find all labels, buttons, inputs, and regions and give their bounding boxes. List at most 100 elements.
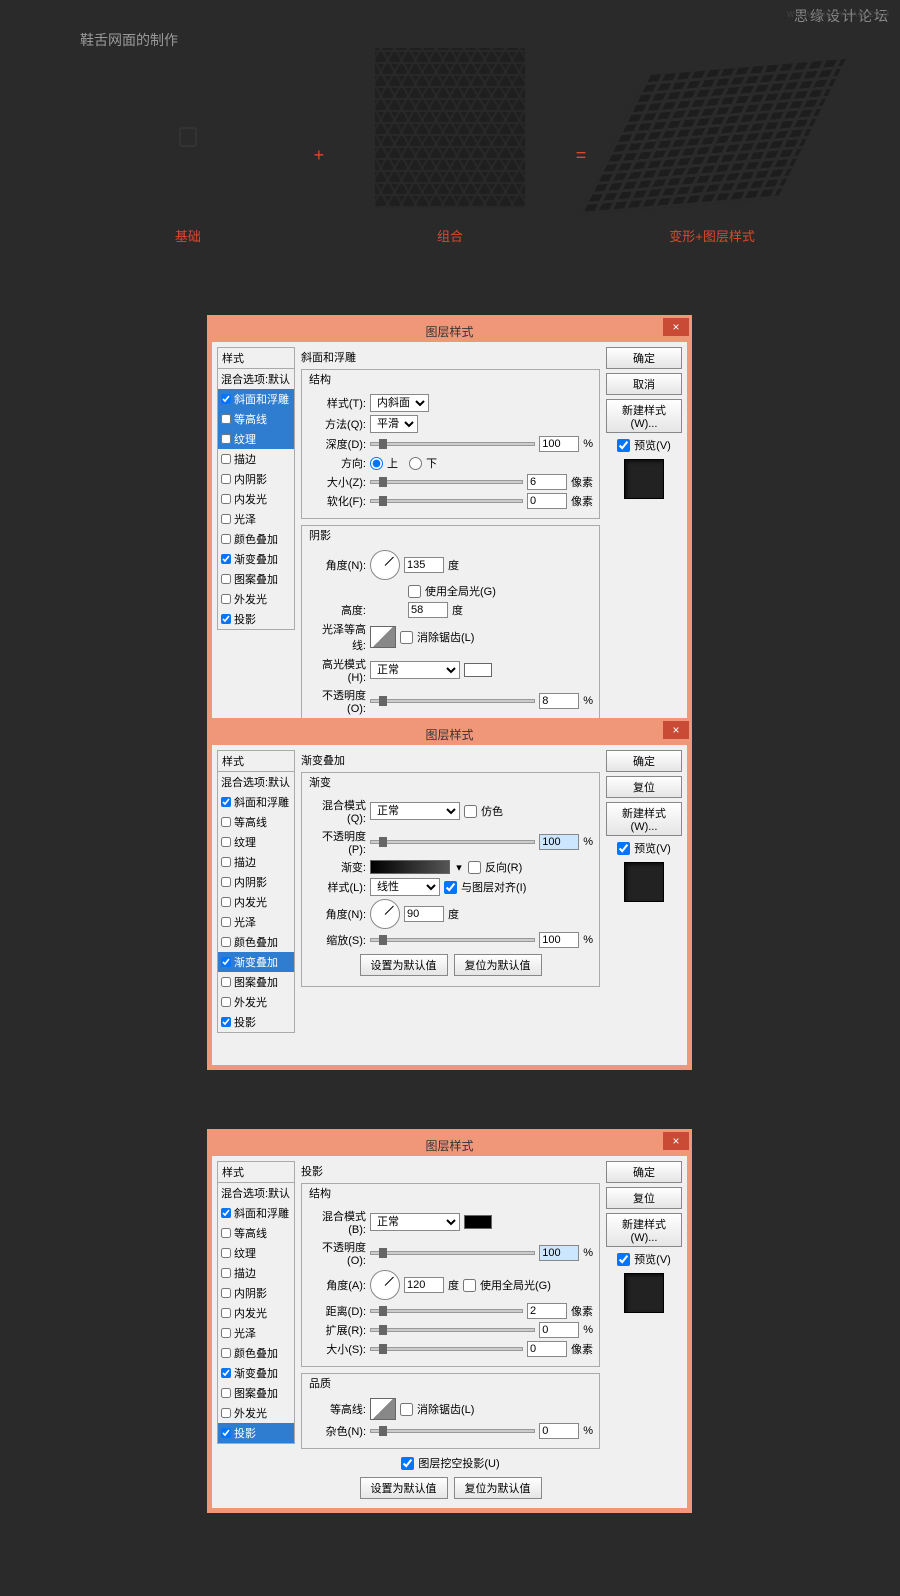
styles-header[interactable]: 样式	[217, 347, 295, 369]
style-satin[interactable]: 光泽	[218, 509, 294, 529]
technique-select[interactable]: 平滑	[370, 415, 418, 433]
close-button[interactable]: ×	[663, 318, 689, 336]
soften-slider[interactable]	[370, 499, 523, 503]
reverse-check[interactable]	[468, 861, 481, 874]
blend-mode-select[interactable]: 正常	[370, 802, 460, 820]
style-drop-shadow[interactable]: 投影	[218, 609, 294, 629]
contour-swatch[interactable]	[370, 1398, 396, 1420]
new-style-button[interactable]: 新建样式(W)...	[606, 1213, 682, 1247]
opacity-slider[interactable]	[370, 840, 535, 844]
style-satin[interactable]: 光泽	[218, 1323, 294, 1343]
preview-check[interactable]	[617, 439, 630, 452]
style-color-overlay[interactable]: 颜色叠加	[218, 1343, 294, 1363]
cancel-button[interactable]: 取消	[606, 373, 682, 395]
make-default-button[interactable]: 设置为默认值	[360, 954, 448, 976]
opacity-slider[interactable]	[370, 1251, 535, 1255]
dir-up-radio[interactable]	[370, 457, 383, 470]
blend-options[interactable]: 混合选项:默认	[218, 1183, 294, 1203]
styles-header[interactable]: 样式	[217, 750, 295, 772]
angle-dial[interactable]	[370, 899, 400, 929]
bevel-style-select[interactable]: 内斜面	[370, 394, 429, 412]
highlight-opacity-input[interactable]	[539, 693, 579, 709]
distance-slider[interactable]	[370, 1309, 523, 1313]
style-contour[interactable]: 等高线	[218, 812, 294, 832]
dir-down-radio[interactable]	[409, 457, 422, 470]
opacity-input[interactable]	[539, 834, 579, 850]
knockout-check[interactable]	[401, 1457, 414, 1470]
shadow-color-swatch[interactable]	[464, 1215, 492, 1229]
size-slider[interactable]	[370, 480, 523, 484]
close-button[interactable]: ×	[663, 1132, 689, 1150]
gradient-picker[interactable]	[370, 860, 450, 874]
style-color-overlay[interactable]: 颜色叠加	[218, 529, 294, 549]
size-input[interactable]	[527, 474, 567, 490]
style-contour[interactable]: 等高线	[218, 1223, 294, 1243]
angle-dial[interactable]	[370, 1270, 400, 1300]
style-outer-glow[interactable]: 外发光	[218, 1403, 294, 1423]
angle-input[interactable]	[404, 1277, 444, 1293]
scale-input[interactable]	[539, 932, 579, 948]
scale-slider[interactable]	[370, 938, 535, 942]
ok-button[interactable]: 确定	[606, 750, 682, 772]
noise-slider[interactable]	[370, 1429, 535, 1433]
depth-input[interactable]	[539, 436, 579, 452]
size-input[interactable]	[527, 1341, 567, 1357]
highlight-opacity-slider[interactable]	[370, 699, 535, 703]
highlight-color-swatch[interactable]	[464, 663, 492, 677]
noise-input[interactable]	[539, 1423, 579, 1439]
style-bevel[interactable]: 斜面和浮雕	[218, 792, 294, 812]
style-texture[interactable]: 纹理	[218, 1243, 294, 1263]
angle-input[interactable]	[404, 906, 444, 922]
style-pattern-overlay[interactable]: 图案叠加	[218, 569, 294, 589]
depth-slider[interactable]	[370, 442, 535, 446]
angle-dial[interactable]	[370, 550, 400, 580]
close-button[interactable]: ×	[663, 721, 689, 739]
highlight-mode-select[interactable]: 正常	[370, 661, 460, 679]
style-inner-glow[interactable]: 内发光	[218, 892, 294, 912]
style-inner-glow[interactable]: 内发光	[218, 489, 294, 509]
style-inner-shadow[interactable]: 内阴影	[218, 469, 294, 489]
reset-default-button[interactable]: 复位为默认值	[454, 954, 542, 976]
global-light-check[interactable]	[408, 585, 421, 598]
new-style-button[interactable]: 新建样式(W)...	[606, 802, 682, 836]
spread-slider[interactable]	[370, 1328, 535, 1332]
style-inner-shadow[interactable]: 内阴影	[218, 1283, 294, 1303]
style-stroke[interactable]: 描边	[218, 852, 294, 872]
preview-check[interactable]	[617, 842, 630, 855]
size-slider[interactable]	[370, 1347, 523, 1351]
spread-input[interactable]	[539, 1322, 579, 1338]
style-contour[interactable]: 等高线	[218, 409, 294, 429]
antialias-check[interactable]	[400, 1403, 413, 1416]
style-outer-glow[interactable]: 外发光	[218, 589, 294, 609]
opacity-input[interactable]	[539, 1245, 579, 1261]
reset-button[interactable]: 复位	[606, 776, 682, 798]
align-check[interactable]	[444, 881, 457, 894]
style-bevel[interactable]: 斜面和浮雕	[218, 1203, 294, 1223]
style-drop-shadow[interactable]: 投影	[218, 1423, 294, 1443]
global-light-check[interactable]	[463, 1279, 476, 1292]
ok-button[interactable]: 确定	[606, 1161, 682, 1183]
style-stroke[interactable]: 描边	[218, 1263, 294, 1283]
antialias-check[interactable]	[400, 631, 413, 644]
blend-options[interactable]: 混合选项:默认	[218, 772, 294, 792]
style-gradient-overlay[interactable]: 渐变叠加	[218, 1363, 294, 1383]
style-pattern-overlay[interactable]: 图案叠加	[218, 972, 294, 992]
style-satin[interactable]: 光泽	[218, 912, 294, 932]
dither-check[interactable]	[464, 805, 477, 818]
ok-button[interactable]: 确定	[606, 347, 682, 369]
angle-input[interactable]	[404, 557, 444, 573]
preview-check[interactable]	[617, 1253, 630, 1266]
distance-input[interactable]	[527, 1303, 567, 1319]
style-bevel[interactable]: 斜面和浮雕	[218, 389, 294, 409]
style-gradient-overlay[interactable]: 渐变叠加	[218, 952, 294, 972]
gloss-contour-swatch[interactable]	[370, 626, 396, 648]
style-outer-glow[interactable]: 外发光	[218, 992, 294, 1012]
style-drop-shadow[interactable]: 投影	[218, 1012, 294, 1032]
reset-default-button[interactable]: 复位为默认值	[454, 1477, 542, 1499]
style-texture[interactable]: 纹理	[218, 429, 294, 449]
soften-input[interactable]	[527, 493, 567, 509]
style-gradient-overlay[interactable]: 渐变叠加	[218, 549, 294, 569]
style-texture[interactable]: 纹理	[218, 832, 294, 852]
style-inner-shadow[interactable]: 内阴影	[218, 872, 294, 892]
reset-button[interactable]: 复位	[606, 1187, 682, 1209]
